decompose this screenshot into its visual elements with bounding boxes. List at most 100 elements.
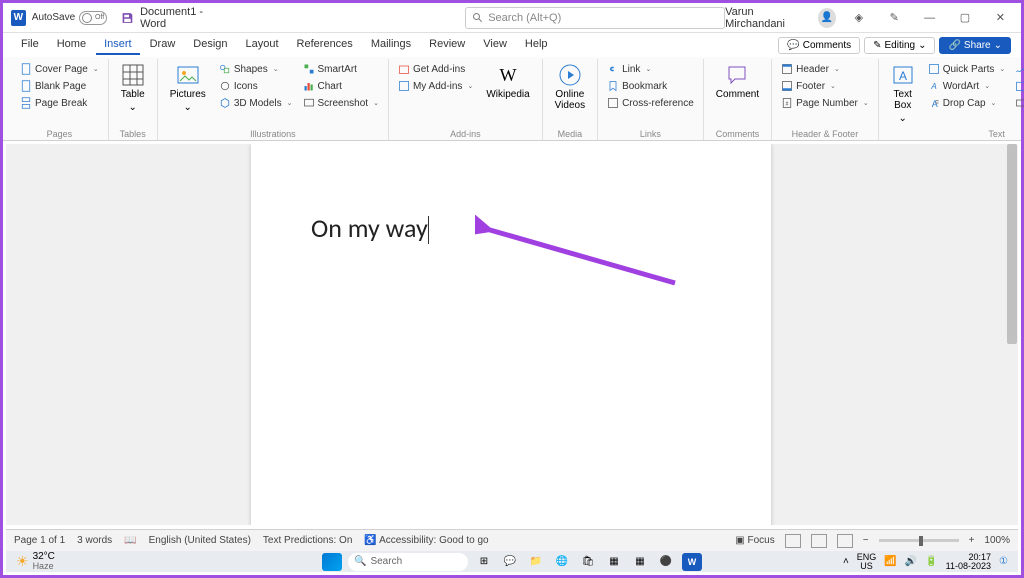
- blank-page-button[interactable]: Blank Page: [17, 78, 89, 94]
- language-indicator[interactable]: English (United States): [149, 535, 251, 546]
- toggle-off-icon[interactable]: Off: [79, 11, 107, 25]
- diamond-icon[interactable]: ◈: [846, 4, 871, 32]
- editing-button[interactable]: ✎ Editing ⌄: [864, 37, 935, 54]
- text-box-button[interactable]: AText Box⌄: [885, 61, 921, 126]
- page-break-button[interactable]: Page Break: [17, 95, 90, 111]
- search-input[interactable]: Search (Alt+Q): [465, 7, 725, 29]
- document-canvas[interactable]: On my way: [6, 144, 1018, 525]
- signature-line-button[interactable]: Signature Line⌄: [1012, 61, 1024, 77]
- pictures-button[interactable]: Pictures⌄: [164, 61, 212, 115]
- group-label: Tables: [115, 128, 151, 140]
- quick-parts-button[interactable]: Quick Parts⌄: [925, 61, 1009, 77]
- edge-icon[interactable]: 🌐: [552, 553, 572, 571]
- table-button[interactable]: Table⌄: [115, 61, 151, 115]
- cross-reference-button[interactable]: Cross-reference: [604, 95, 697, 111]
- ribbon-options-icon[interactable]: ✎: [882, 4, 907, 32]
- task-view-icon[interactable]: ⊞: [474, 553, 494, 571]
- page-number-button[interactable]: #Page Number⌄: [778, 95, 872, 111]
- app-icon-2[interactable]: ▦: [630, 553, 650, 571]
- menu-layout[interactable]: Layout: [238, 35, 287, 55]
- screenshot-button[interactable]: Screenshot⌄: [300, 95, 382, 111]
- user-avatar[interactable]: 👤: [818, 8, 836, 28]
- weather-widget[interactable]: ☀ 32°C Haze: [16, 552, 55, 571]
- print-layout-button[interactable]: [811, 534, 827, 548]
- shapes-button[interactable]: Shapes⌄: [216, 61, 296, 77]
- zoom-out-button[interactable]: −: [863, 535, 869, 546]
- maximize-button[interactable]: ▢: [952, 4, 977, 32]
- picture-icon: [176, 63, 200, 87]
- online-videos-button[interactable]: Online Videos: [549, 61, 591, 113]
- smartart-button[interactable]: SmartArt: [300, 61, 382, 77]
- menu-view[interactable]: View: [475, 35, 515, 55]
- minimize-button[interactable]: —: [917, 4, 942, 32]
- menu-references[interactable]: References: [289, 35, 361, 55]
- menu-insert[interactable]: Insert: [96, 35, 140, 55]
- app-icon[interactable]: ▦: [604, 553, 624, 571]
- read-mode-button[interactable]: [785, 534, 801, 548]
- xbox-icon[interactable]: ⚫: [656, 553, 676, 571]
- accessibility-status[interactable]: ♿ Accessibility: Good to go: [364, 535, 488, 546]
- my-addins-button[interactable]: My Add-ins⌄: [395, 78, 476, 94]
- wordart-button[interactable]: AWordArt⌄: [925, 78, 1009, 94]
- menu-file[interactable]: File: [13, 35, 47, 55]
- text-predictions[interactable]: Text Predictions: On: [263, 535, 352, 546]
- focus-mode-button[interactable]: ▣ Focus: [735, 535, 774, 546]
- close-button[interactable]: ✕: [988, 4, 1013, 32]
- drop-cap-button[interactable]: ADrop Cap⌄: [925, 95, 1009, 111]
- zoom-slider[interactable]: [879, 539, 959, 542]
- store-icon[interactable]: 🛍: [578, 553, 598, 571]
- share-button[interactable]: 🔗 Share ⌄: [939, 37, 1011, 54]
- web-layout-button[interactable]: [837, 534, 853, 548]
- footer-button[interactable]: Footer⌄: [778, 78, 839, 94]
- header-icon: [781, 63, 793, 75]
- get-addins-button[interactable]: Get Add-ins: [395, 61, 476, 77]
- comment-button[interactable]: Comment: [710, 61, 765, 102]
- user-name[interactable]: Varun Mirchandani: [725, 6, 808, 30]
- vertical-scrollbar[interactable]: [1006, 144, 1018, 525]
- taskbar-search[interactable]: 🔍 Search: [348, 553, 468, 571]
- spellcheck-icon[interactable]: 📖: [124, 535, 136, 546]
- tray-chevron-icon[interactable]: ˄: [843, 556, 849, 567]
- menu-help[interactable]: Help: [517, 35, 556, 55]
- zoom-in-button[interactable]: +: [969, 535, 975, 546]
- object-button[interactable]: Object⌄: [1012, 95, 1024, 111]
- word-count[interactable]: 3 words: [77, 535, 112, 546]
- page-indicator[interactable]: Page 1 of 1: [14, 535, 65, 546]
- header-button[interactable]: Header⌄: [778, 61, 843, 77]
- chart-button[interactable]: Chart: [300, 78, 382, 94]
- clock[interactable]: 20:1711-08-2023: [946, 553, 991, 571]
- 3d-models-button[interactable]: 3D Models⌄: [216, 95, 296, 111]
- document-text[interactable]: On my way: [311, 212, 428, 244]
- chat-icon[interactable]: 💬: [500, 553, 520, 571]
- menu-home[interactable]: Home: [49, 35, 94, 55]
- datetime-icon: [1015, 80, 1024, 92]
- table-icon: [121, 63, 145, 87]
- autosave-toggle[interactable]: AutoSave Off: [32, 11, 107, 25]
- document-page[interactable]: On my way: [251, 144, 771, 525]
- wikipedia-button[interactable]: WWikipedia: [480, 61, 535, 102]
- bookmark-button[interactable]: Bookmark: [604, 78, 670, 94]
- ribbon-group-text: AText Box⌄ Quick Parts⌄ AWordArt⌄ ADrop …: [879, 59, 1024, 140]
- link-button[interactable]: Link⌄: [604, 61, 654, 77]
- wifi-icon[interactable]: 📶: [884, 556, 896, 567]
- start-button[interactable]: [322, 553, 342, 571]
- word-taskbar-icon[interactable]: W: [682, 553, 702, 571]
- scrollbar-thumb[interactable]: [1007, 144, 1017, 344]
- group-label: Text: [885, 128, 1024, 140]
- zoom-level[interactable]: 100%: [984, 535, 1010, 546]
- comments-button[interactable]: 💬 Comments: [778, 37, 860, 54]
- notifications-icon[interactable]: ①: [999, 556, 1008, 567]
- menu-mailings[interactable]: Mailings: [363, 35, 419, 55]
- explorer-icon[interactable]: 📁: [526, 553, 546, 571]
- battery-icon[interactable]: 🔋: [925, 556, 937, 567]
- menu-review[interactable]: Review: [421, 35, 473, 55]
- save-icon[interactable]: [121, 11, 134, 25]
- svg-text:A: A: [931, 99, 937, 109]
- language-tray[interactable]: ENGUS: [857, 553, 877, 571]
- icons-button[interactable]: Icons: [216, 78, 296, 94]
- date-time-button[interactable]: Date & Time: [1012, 78, 1024, 94]
- cover-page-button[interactable]: Cover Page⌄: [17, 61, 102, 77]
- menu-draw[interactable]: Draw: [142, 35, 184, 55]
- volume-icon[interactable]: 🔊: [905, 556, 917, 567]
- menu-design[interactable]: Design: [185, 35, 235, 55]
